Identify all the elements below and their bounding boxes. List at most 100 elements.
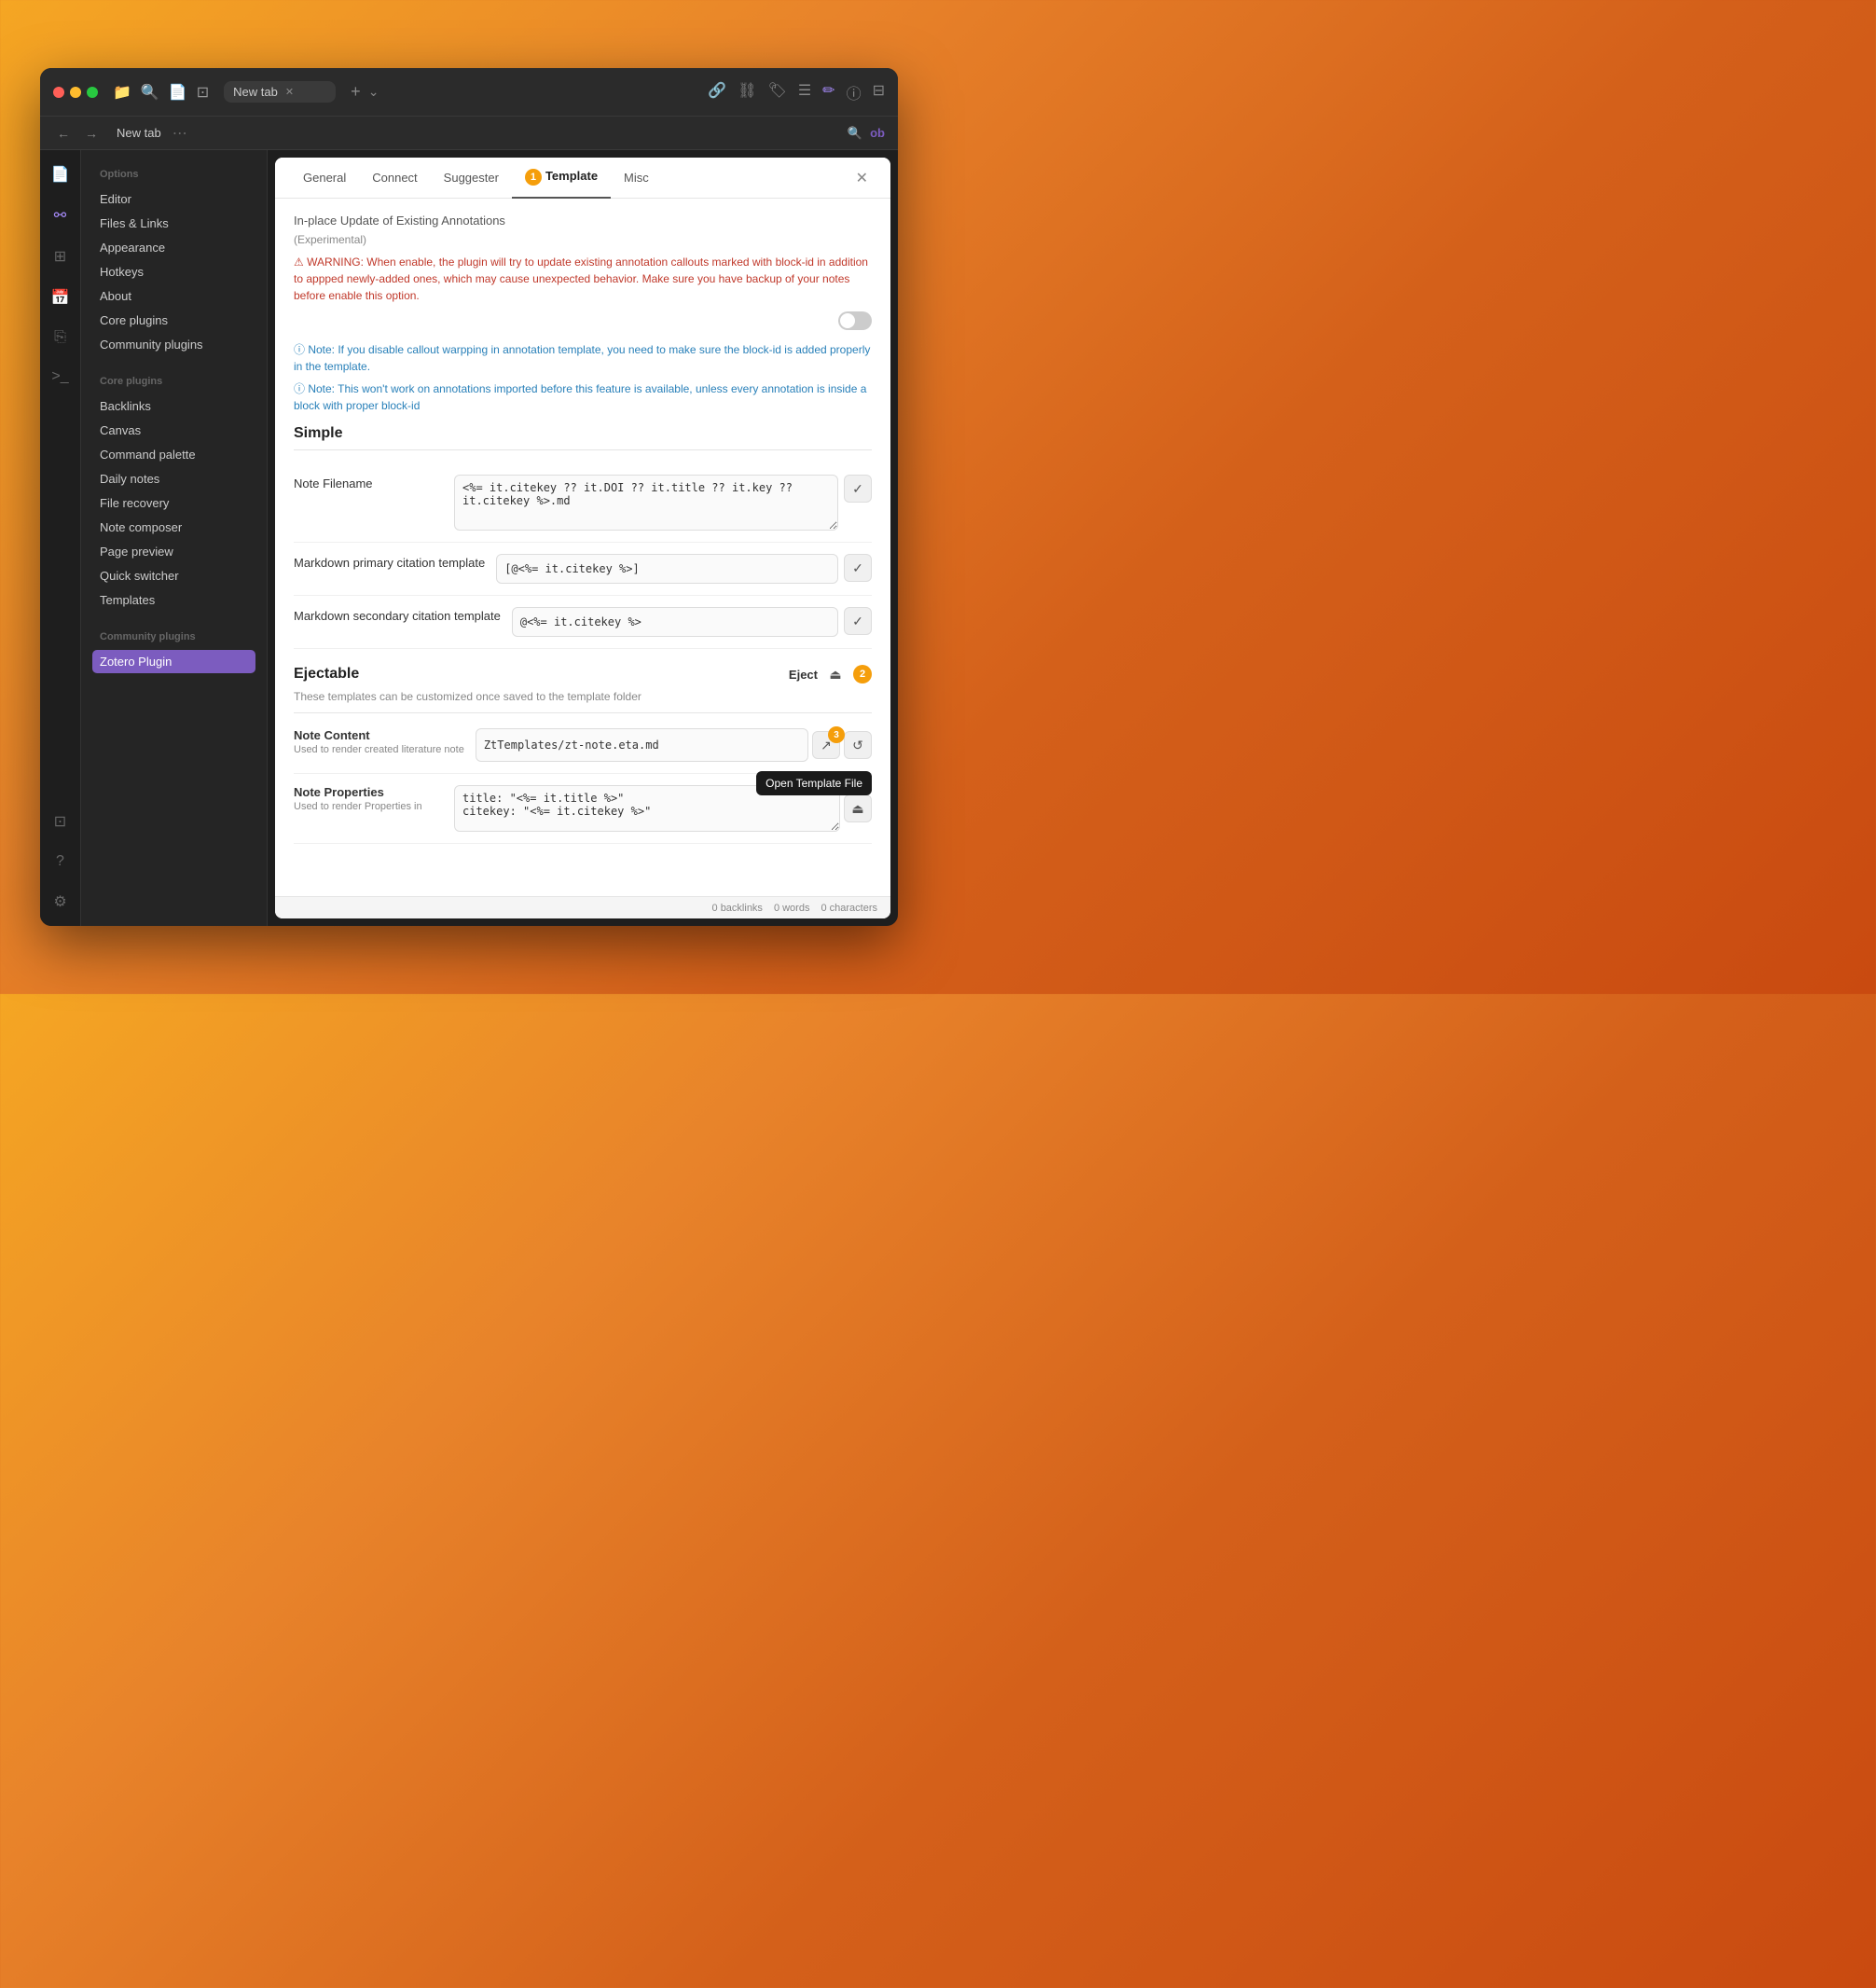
sidebar-item-about[interactable]: About (92, 284, 255, 308)
file-icon[interactable]: 📄 (169, 83, 187, 102)
options-section-label: Options (92, 169, 255, 180)
note-filename-confirm-button[interactable]: ✓ (844, 475, 872, 503)
markdown-secondary-input-group: ✓ (512, 607, 872, 637)
sidebar-item-note-composer[interactable]: Note composer (92, 516, 255, 539)
vault-label: ob (870, 126, 885, 140)
maximize-button[interactable] (87, 87, 98, 98)
inplace-toggle[interactable] (838, 311, 872, 330)
sidebar-item-appearance[interactable]: Appearance (92, 236, 255, 259)
open-template-button[interactable]: ↗ 3 (812, 731, 840, 759)
more-options-icon[interactable]: ⋯ (172, 124, 187, 143)
close-button[interactable] (53, 87, 64, 98)
sidebar-item-files-links[interactable]: Files & Links (92, 212, 255, 235)
back-icon[interactable]: ← (53, 124, 74, 143)
sidebar-item-hotkeys[interactable]: Hotkeys (92, 260, 255, 283)
tab-general[interactable]: General (290, 159, 359, 198)
highlight-icon[interactable]: ✏ (822, 81, 835, 104)
sidebar-item-zotero-plugin[interactable]: Zotero Plugin (92, 650, 255, 673)
grid-icon[interactable]: ⊞ (50, 243, 70, 269)
help-icon[interactable]: ? (52, 849, 68, 874)
tab-dropdown-icon[interactable]: ⌄ (368, 84, 379, 100)
note-properties-sub: Used to render Properties in (294, 801, 443, 812)
publish-icon[interactable]: ⊡ (50, 808, 70, 835)
forward-icon[interactable]: → (81, 124, 102, 143)
copy-icon[interactable]: ⎘ (50, 325, 70, 350)
markdown-primary-input[interactable] (496, 554, 838, 584)
sidebar-icons-bottom: ⊡ ? ⚙ (49, 808, 70, 915)
tag-icon[interactable]: 🏷 (768, 81, 787, 104)
sidebar-icons: 📄 ⚯ ⊞ 📅 ⎘ >_ ⊡ ? ⚙ (40, 150, 81, 926)
sidebar-item-quick-switcher[interactable]: Quick switcher (92, 564, 255, 587)
eject-btn-group: Eject ⏏ 2 (789, 662, 872, 686)
sidebar-item-command-palette[interactable]: Command palette (92, 443, 255, 466)
sidebar-item-core-plugins[interactable]: Core plugins (92, 309, 255, 332)
markdown-primary-input-group: ✓ (496, 554, 872, 584)
badge-note: 3 (828, 726, 845, 743)
note-content-sub: Used to render created literature note (294, 744, 464, 755)
markdown-primary-label: Markdown primary citation template (294, 554, 485, 570)
sidebar-toggle-icon[interactable]: ⊟ (873, 81, 885, 104)
settings-body: In-place Update of Existing Annotations … (275, 199, 890, 896)
tab-badge-template: 1 (525, 169, 542, 186)
list-icon[interactable]: ☰ (798, 81, 811, 104)
ejectable-header: Ejectable Eject ⏏ 2 (294, 662, 872, 686)
sidebar-item-backlinks[interactable]: Backlinks (92, 394, 255, 418)
info-circle-icon[interactable]: ⓘ (847, 81, 862, 104)
info-text-2: ⓘ Note: This won't work on annotations i… (294, 380, 872, 414)
sidebar-item-templates[interactable]: Templates (92, 588, 255, 612)
note-content-row: Note Content Used to render created lite… (294, 717, 872, 774)
experimental-label: (Experimental) (294, 233, 872, 246)
tab-label: New tab (233, 85, 278, 99)
markdown-secondary-row: Markdown secondary citation template ✓ (294, 596, 872, 649)
info-text-1: ⓘ Note: If you disable callout warpping … (294, 341, 872, 375)
words-count: 0 words (774, 903, 810, 914)
terminal-icon[interactable]: >_ (48, 365, 72, 389)
chain-link-icon[interactable]: 🔗 (708, 81, 726, 104)
vault-search-icon[interactable]: 🔍 (848, 126, 862, 141)
app-window: 📁 🔍 📄 ⊡ New tab ✕ + ⌄ 🔗 ⛓ 🏷 ☰ ✏ ⓘ ⊟ ← → … (40, 68, 898, 926)
sidebar-item-file-recovery[interactable]: File recovery (92, 491, 255, 515)
calendar-icon[interactable]: 📅 (48, 284, 74, 311)
sidebar-item-page-preview[interactable]: Page preview (92, 540, 255, 563)
note-filename-input[interactable]: <%= it.citekey ?? it.DOI ?? it.title ?? … (454, 475, 838, 531)
settings-icon[interactable]: ⚙ (49, 889, 70, 915)
file-tree-icon[interactable]: 📄 (48, 161, 74, 187)
sidebar-item-community-plugins[interactable]: Community plugins (92, 333, 255, 356)
sidebar-item-daily-notes[interactable]: Daily notes (92, 467, 255, 490)
traffic-lights (53, 87, 98, 98)
note-properties-button[interactable]: ⏏ (844, 794, 872, 822)
tab-suggester[interactable]: Suggester (431, 159, 512, 198)
layout-icon[interactable]: ⊡ (197, 83, 209, 102)
reset-template-button[interactable]: ↺ (844, 731, 872, 759)
ejectable-desc: These templates can be customized once s… (294, 690, 872, 703)
sidebar-item-editor[interactable]: Editor (92, 187, 255, 211)
eject-button[interactable]: ⏏ (823, 662, 848, 686)
settings-sidebar: Options Editor Files & Links Appearance … (81, 150, 268, 926)
add-tab-icon[interactable]: + (351, 82, 361, 102)
search-icon[interactable]: 🔍 (141, 83, 159, 102)
broken-link-icon[interactable]: ⛓ (738, 81, 756, 104)
markdown-primary-confirm-button[interactable]: ✓ (844, 554, 872, 582)
toolbar: ← → New tab ⋯ 🔍 ob (40, 117, 898, 150)
community-plugins-section-label: Community plugins (92, 631, 255, 642)
note-content-input-group: ↗ 3 ↺ Open Template File (476, 728, 872, 762)
ejectable-heading: Ejectable (294, 666, 359, 683)
close-panel-button[interactable]: ✕ (848, 161, 876, 195)
minimize-button[interactable] (70, 87, 81, 98)
sidebar-item-canvas[interactable]: Canvas (92, 419, 255, 442)
eject-label: Eject (789, 668, 818, 682)
connections-icon[interactable]: ⚯ (50, 202, 70, 228)
simple-heading: Simple (294, 425, 872, 450)
markdown-secondary-confirm-button[interactable]: ✓ (844, 607, 872, 635)
note-content-input[interactable] (476, 728, 808, 762)
characters-count: 0 characters (821, 903, 877, 914)
tab-connect[interactable]: Connect (359, 159, 430, 198)
markdown-secondary-input[interactable] (512, 607, 838, 637)
tab-close-icon[interactable]: ✕ (285, 86, 294, 98)
folder-icon[interactable]: 📁 (113, 83, 131, 102)
title-bar: 📁 🔍 📄 ⊡ New tab ✕ + ⌄ 🔗 ⛓ 🏷 ☰ ✏ ⓘ ⊟ (40, 68, 898, 117)
toolbar-right: 🔍 ob (848, 126, 885, 141)
note-filename-row: Note Filename <%= it.citekey ?? it.DOI ?… (294, 463, 872, 543)
tab-template[interactable]: 1Template (512, 158, 611, 199)
tab-misc[interactable]: Misc (611, 159, 662, 198)
